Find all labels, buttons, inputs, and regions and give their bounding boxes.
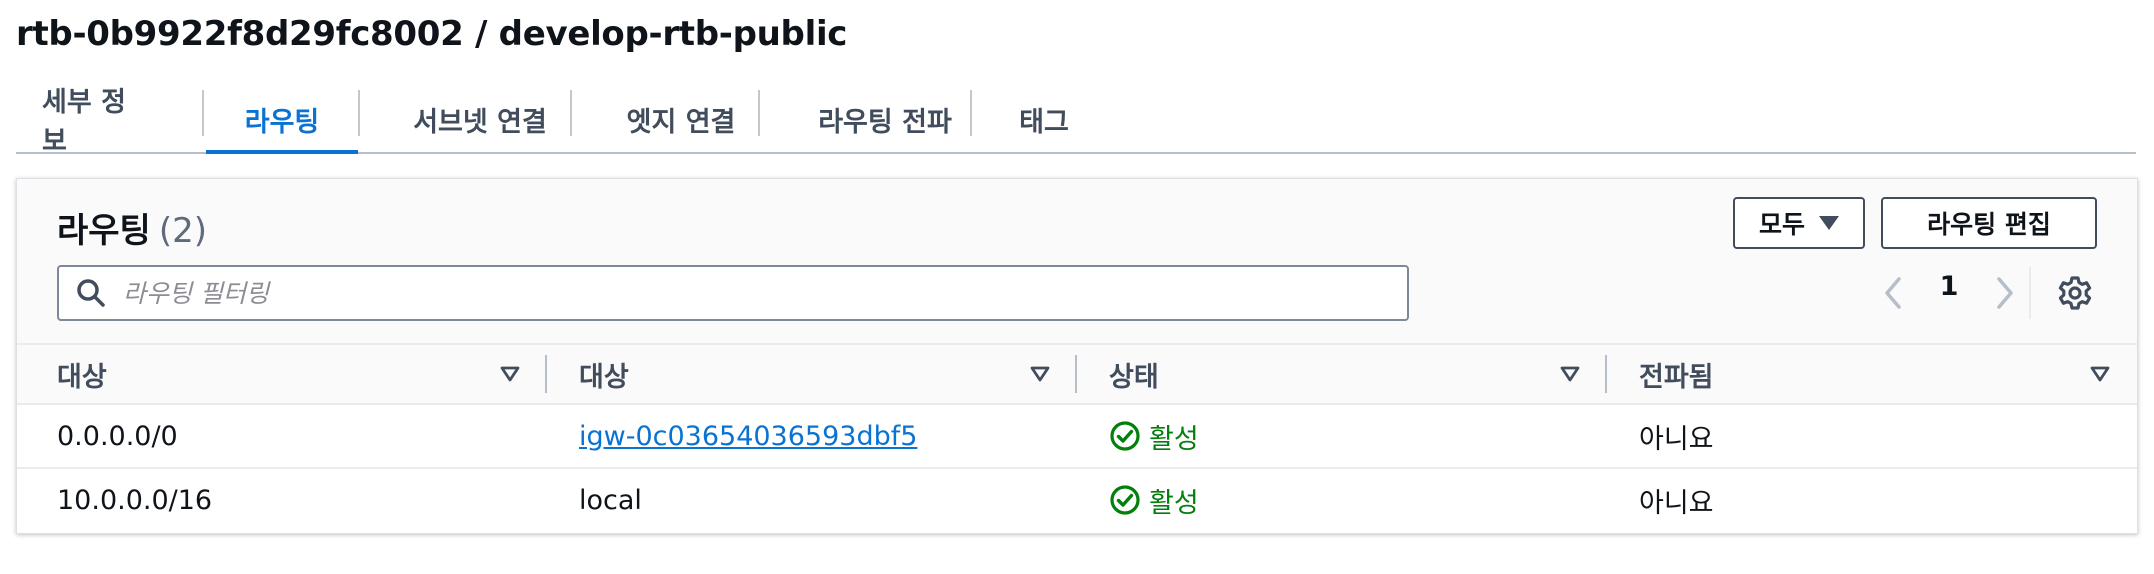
route-table-page: rtb-0b9922f8d29fc8002 / develop-rtb-publ… [0,0,2154,574]
column-header-propagated[interactable]: 전파됨 [1639,345,1714,403]
chevron-right-icon[interactable] [1993,275,2017,311]
route-filter-input[interactable] [121,277,1325,309]
column-header-target[interactable]: 대상 [579,345,629,403]
check-circle-icon [1110,485,1140,515]
filter-dropdown-button[interactable]: 모두 [1733,197,1865,249]
tab-route-propagation[interactable]: 라우팅 전파 [800,86,970,152]
column-divider[interactable] [1075,355,1077,393]
destination-cell: 0.0.0.0/0 [57,420,178,452]
caret-down-icon [1819,216,1839,230]
gear-icon[interactable] [2057,275,2093,311]
pagination-divider [2029,267,2031,319]
status-label: 활성 [1149,487,1199,519]
column-header-status[interactable]: 상태 [1109,345,1159,403]
current-page-number[interactable]: 1 [1929,271,1969,302]
routes-heading: 라우팅 (2) [57,203,207,252]
status-label: 활성 [1149,423,1199,455]
sort-icon[interactable] [1559,363,1581,385]
routes-container: 라우팅(2) 모두 라우팅 편집 1 [16,178,2138,534]
routes-heading-label: 라우팅 [57,211,151,251]
column-divider[interactable] [1605,355,1607,393]
tab-divider [758,90,760,136]
routes-table-header: 대상 대상 상태 전파됨 [17,343,2137,405]
target-link[interactable]: igw-0c03654036593dbf5 [579,421,917,452]
tab-routes[interactable]: 라우팅 [206,86,358,154]
sort-icon[interactable] [2089,363,2111,385]
filter-dropdown-label: 모두 [1758,210,1805,239]
tab-details[interactable]: 세부 정보 [42,86,150,157]
tab-divider [970,90,972,136]
propagated-cell: 아니요 [1639,423,1714,455]
tab-tags[interactable]: 태그 [1012,86,1076,152]
column-divider[interactable] [545,355,547,393]
column-header-destination[interactable]: 대상 [57,345,107,403]
status-cell: 활성 [1109,405,1199,467]
routes-count: (2) [158,211,208,251]
search-icon [77,279,105,307]
tab-divider [358,90,360,136]
target-cell: local [579,484,642,516]
tab-divider [202,90,204,136]
table-row: 10.0.0.0/16 local 활성 아니요 [17,469,2137,533]
status-cell: 활성 [1109,469,1199,531]
destination-cell: 10.0.0.0/16 [57,484,213,516]
sort-icon[interactable] [1029,363,1051,385]
tab-subnet-associations[interactable]: 서브넷 연결 [396,86,564,152]
route-filter-field[interactable] [57,265,1409,321]
table-row: 0.0.0.0/0 igw-0c03654036593dbf5 활성 아니요 [17,405,2137,469]
chevron-left-icon[interactable] [1881,275,1905,311]
sort-icon[interactable] [499,363,521,385]
propagated-cell: 아니요 [1639,487,1714,519]
tab-bar: 세부 정보 라우팅 서브넷 연결 엣지 연결 라우팅 전파 태그 [16,86,2136,157]
check-circle-icon [1110,421,1140,451]
tab-edge-associations[interactable]: 엣지 연결 [610,86,752,152]
target-cell: igw-0c03654036593dbf5 [579,405,917,467]
tab-divider [570,90,572,136]
page-title: rtb-0b9922f8d29fc8002 / develop-rtb-publ… [16,14,848,54]
routes-header: 라우팅(2) 모두 라우팅 편집 1 [17,179,2137,343]
edit-routes-button[interactable]: 라우팅 편집 [1881,197,2097,249]
